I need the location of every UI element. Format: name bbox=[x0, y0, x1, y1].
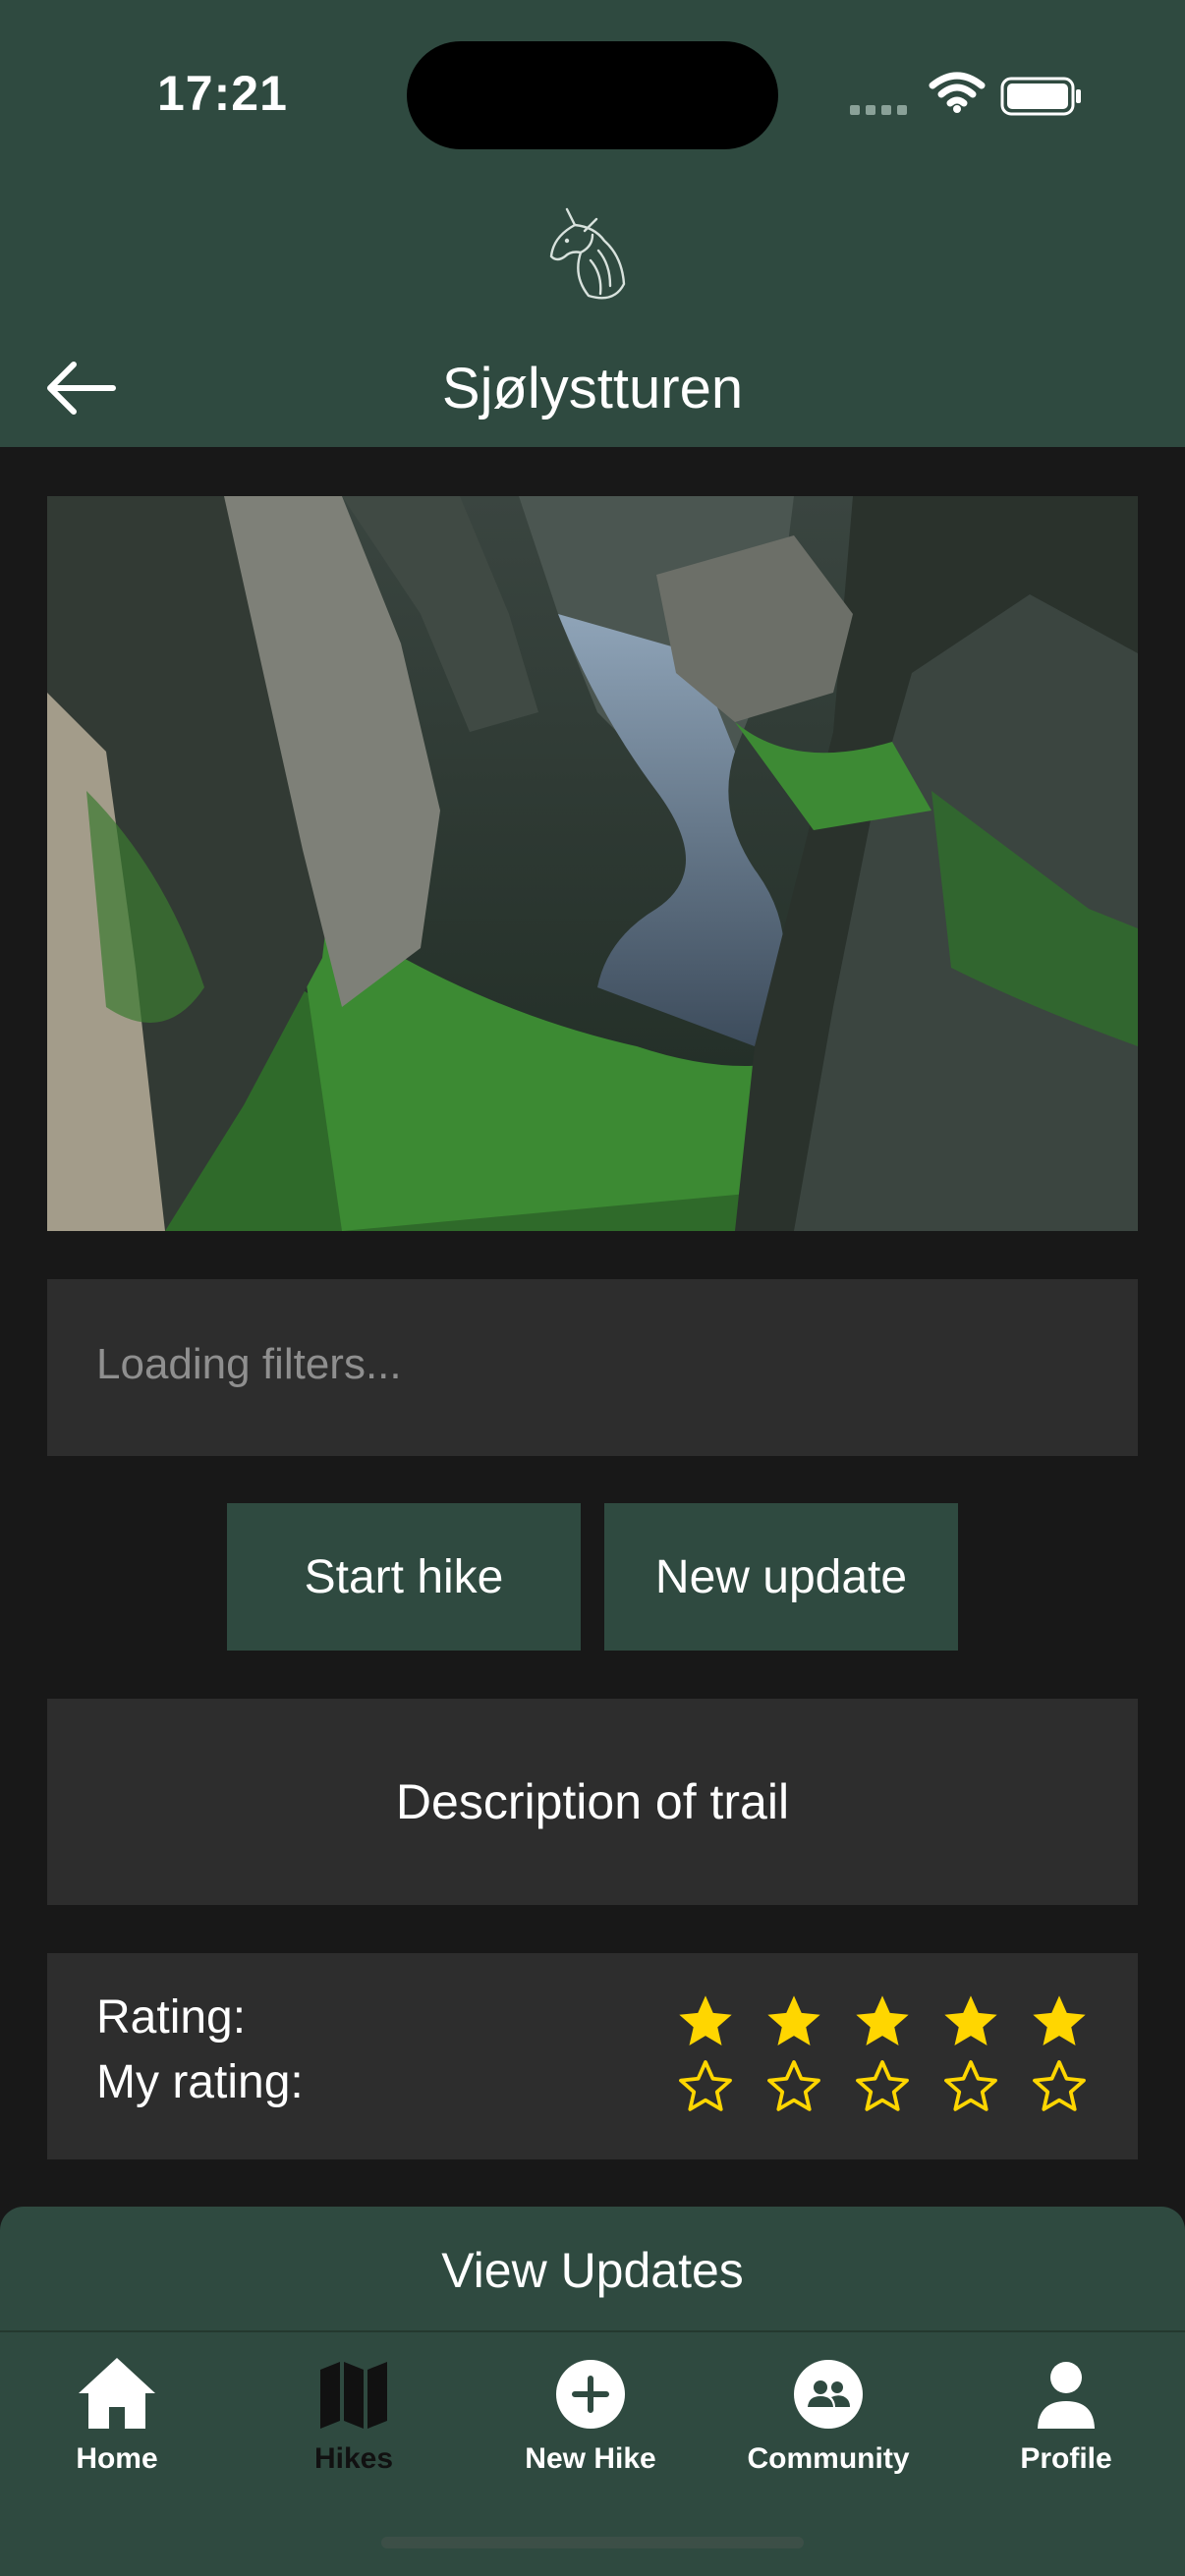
rating-panel: Rating: My rating: bbox=[47, 1953, 1138, 2159]
cellular-signal-icon bbox=[850, 102, 913, 120]
tab-hikes[interactable]: Hikes bbox=[236, 2352, 472, 2476]
page-title: Sjølystturen bbox=[441, 357, 744, 420]
status-time: 17:21 bbox=[157, 66, 288, 121]
wifi-icon bbox=[929, 72, 986, 113]
tab-label: Profile bbox=[1020, 2442, 1112, 2475]
star-outline-icon[interactable] bbox=[851, 2055, 914, 2118]
home-icon bbox=[79, 2358, 157, 2429]
start-hike-button[interactable]: Start hike bbox=[227, 1503, 581, 1651]
star-outline-icon[interactable] bbox=[762, 2055, 825, 2118]
view-updates-button[interactable]: View Updates bbox=[0, 2207, 1185, 2334]
tab-label: New Hike bbox=[525, 2442, 656, 2475]
home-indicator bbox=[381, 2537, 804, 2548]
person-icon bbox=[1038, 2362, 1095, 2429]
star-filled-icon bbox=[679, 1995, 732, 2045]
trail-description[interactable]: Description of trail bbox=[47, 1699, 1138, 1905]
star-filled-icon bbox=[944, 1995, 997, 2045]
filters-placeholder: Loading filters... bbox=[96, 1340, 402, 1388]
my-rating-label: My rating: bbox=[96, 2056, 304, 2108]
top-app-bar: 17:21 Sjølystturen bbox=[0, 0, 1185, 447]
rating-stars bbox=[674, 1990, 1091, 2053]
plus-circle-icon bbox=[556, 2360, 625, 2429]
new-update-button[interactable]: New update bbox=[604, 1503, 958, 1651]
tab-home[interactable]: Home bbox=[0, 2352, 235, 2476]
map-icon bbox=[320, 2362, 387, 2429]
horse-logo-icon bbox=[549, 207, 626, 300]
tab-label: Hikes bbox=[313, 2442, 394, 2475]
community-icon bbox=[794, 2360, 863, 2429]
star-outline-icon[interactable] bbox=[674, 2055, 737, 2118]
star-filled-icon bbox=[1033, 1995, 1086, 2045]
dynamic-island bbox=[407, 41, 778, 149]
trail-hero-image bbox=[47, 496, 1138, 1231]
rating-label: Rating: bbox=[96, 1991, 247, 2044]
tab-label: Community bbox=[747, 2442, 910, 2475]
tab-community[interactable]: Community bbox=[710, 2352, 946, 2476]
tab-profile[interactable]: Profile bbox=[948, 2352, 1184, 2476]
star-outline-icon[interactable] bbox=[1028, 2055, 1091, 2118]
star-outline-icon[interactable] bbox=[939, 2055, 1002, 2118]
tab-label: Home bbox=[76, 2442, 158, 2475]
filters-field[interactable]: Loading filters... bbox=[47, 1279, 1138, 1456]
tab-new-hike[interactable]: New Hike bbox=[473, 2352, 708, 2476]
battery-icon bbox=[1000, 77, 1081, 116]
star-filled-icon bbox=[856, 1995, 909, 2045]
star-filled-icon bbox=[767, 1995, 820, 2045]
my-rating-stars[interactable] bbox=[674, 2055, 1091, 2118]
